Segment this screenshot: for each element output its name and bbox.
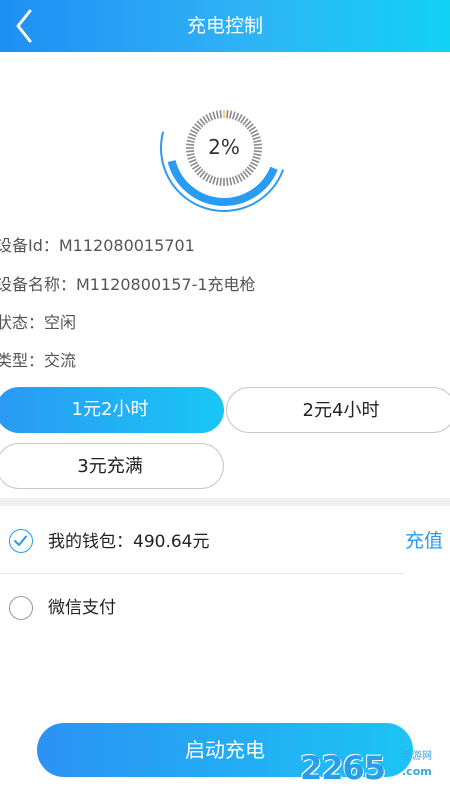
gauge-tick bbox=[237, 114, 243, 122]
device-status: 状态：空闲 bbox=[0, 313, 77, 332]
gauge-tick bbox=[234, 175, 240, 184]
header-bar: 充电控制 bbox=[0, 0, 450, 52]
gauge-tick bbox=[208, 175, 214, 184]
gauge-tick bbox=[231, 176, 236, 185]
plan-option-2[interactable]: 2元4小时 bbox=[226, 387, 450, 433]
device-id: 设备Id：M112080015701 bbox=[0, 236, 195, 255]
progress-percent: 2% bbox=[208, 135, 240, 159]
section-divider bbox=[0, 498, 450, 506]
gauge-inner-arc bbox=[167, 160, 278, 206]
gauge-tick bbox=[250, 161, 258, 167]
gauge-tick bbox=[205, 114, 211, 122]
gauge-tick bbox=[229, 110, 233, 119]
payment-row-divider bbox=[0, 573, 404, 574]
gauge-tick bbox=[237, 174, 243, 182]
device-type: 类型：交流 bbox=[0, 351, 77, 370]
wechat-pay-radio[interactable] bbox=[9, 596, 33, 620]
recharge-button[interactable]: 充值 bbox=[405, 528, 443, 554]
wallet-balance-label: 我的钱包：490.64元 bbox=[48, 532, 210, 552]
page-title: 充电控制 bbox=[186, 15, 263, 37]
gauge-tick bbox=[231, 111, 236, 120]
gauge-tick bbox=[190, 161, 198, 167]
plan-option-1[interactable]: 1元2小时 bbox=[0, 387, 224, 433]
gauge-tick bbox=[215, 110, 219, 119]
gauge-tick bbox=[205, 174, 211, 182]
wechat-pay-label: 微信支付 bbox=[48, 598, 116, 618]
device-name: 设备名称：M1120800157-1充电枪 bbox=[0, 275, 256, 294]
gauge-tick bbox=[219, 110, 222, 119]
gauge-tick bbox=[234, 112, 240, 121]
wallet-radio[interactable] bbox=[9, 529, 33, 553]
gauge-tick bbox=[226, 110, 229, 119]
gauge-tick bbox=[215, 177, 219, 186]
start-charging-button[interactable]: 启动充电 bbox=[37, 723, 413, 777]
gauge-tick bbox=[219, 177, 222, 186]
gauge-tick bbox=[226, 177, 229, 186]
check-icon bbox=[14, 535, 27, 546]
gauge-tick bbox=[212, 176, 217, 185]
gauge-tick bbox=[212, 111, 217, 120]
plan-option-3[interactable]: 3元充满 bbox=[0, 443, 224, 489]
gauge-tick bbox=[208, 112, 214, 121]
gauge-tick bbox=[229, 177, 233, 186]
